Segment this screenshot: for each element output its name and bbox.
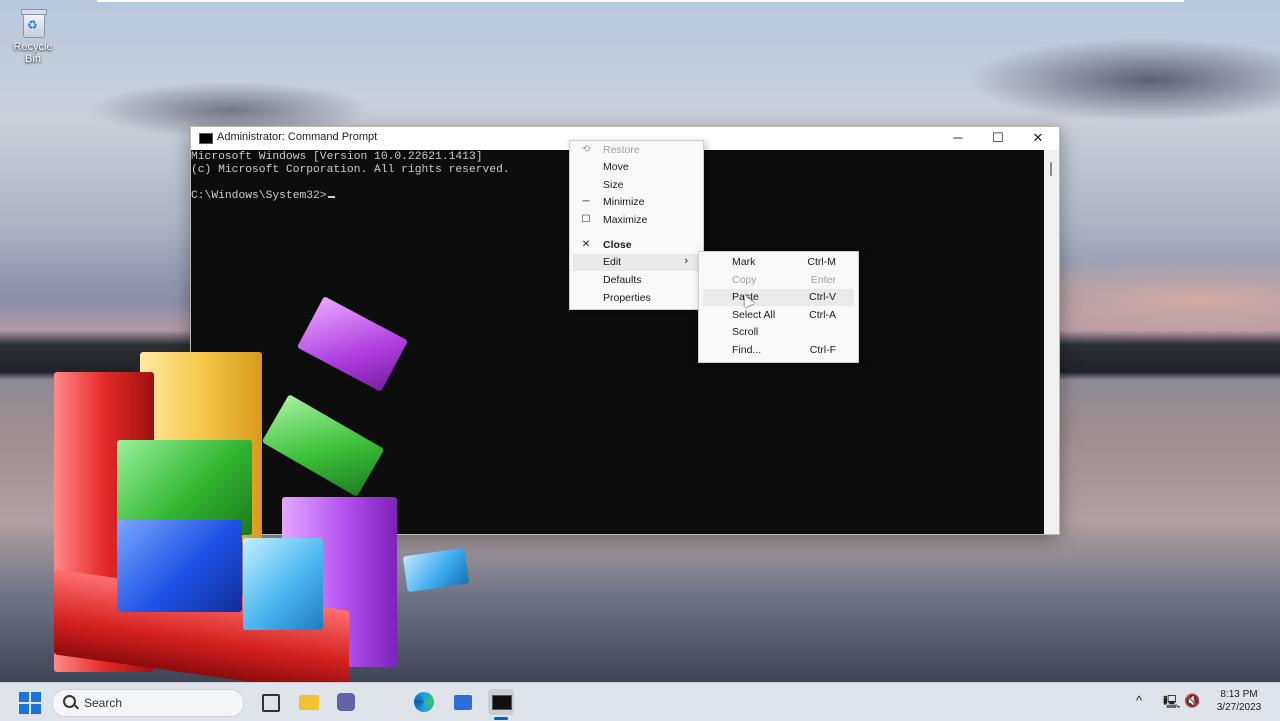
menu-item-label: Close: [603, 239, 632, 251]
terminal-icon[interactable]: [488, 689, 514, 715]
cmd-app-icon[interactable]: [199, 133, 213, 144]
edge-icon[interactable]: [411, 689, 437, 715]
menu-item-label: Copy: [732, 274, 757, 286]
menu-item-label: Properties: [603, 292, 651, 304]
menu-item-shortcut: Enter: [810, 274, 836, 286]
close-button[interactable]: ✕: [1018, 127, 1058, 149]
menu-item-move[interactable]: Move: [570, 159, 703, 176]
close-icon: ✕: [581, 239, 591, 250]
menu-item-shortcut: Ctrl-V: [809, 291, 836, 303]
file-explorer-icon[interactable]: [296, 689, 322, 715]
menu-item-label: Mark: [732, 256, 756, 268]
chevron-right-icon: ›: [684, 255, 688, 267]
menu-item-scroll[interactable]: Scroll: [699, 324, 858, 341]
recycle-bin-label: Recycle Bin: [13, 41, 53, 65]
menu-item-label: Select All: [732, 309, 776, 321]
console-line: Microsoft Windows [Version 10.0.22621.14…: [191, 151, 483, 163]
system-context-menu[interactable]: ⟲ Restore Move Size ─ Minimize ☐ Maximize ✕…: [569, 140, 704, 310]
menu-item-edit[interactable]: Edit ›: [573, 254, 700, 271]
show-hidden-icons-chevron-icon[interactable]: ^: [1136, 693, 1142, 708]
menu-item-label: Maximize: [603, 214, 648, 226]
taskbar-search-box[interactable]: Search: [52, 689, 244, 717]
menu-item-properties[interactable]: Properties: [570, 290, 703, 307]
menu-item-copy[interactable]: Copy Enter: [699, 272, 858, 289]
menu-item-label: Size: [603, 179, 624, 191]
maximize-button[interactable]: ☐: [978, 127, 1018, 149]
edit-submenu[interactable]: Mark Ctrl-M Copy Enter Paste Ctrl-V Select …: [698, 251, 859, 363]
taskbar-clock[interactable]: 8:13 PM 3/27/2023: [1206, 688, 1272, 714]
start-icon[interactable]: [17, 689, 43, 715]
menu-item-mark[interactable]: Mark Ctrl-M: [699, 254, 858, 271]
menu-item-maximize[interactable]: ☐ Maximize: [570, 212, 703, 229]
recycle-bin-shortcut[interactable]: ♻ Recycle Bin: [4, 8, 62, 65]
menu-item-label: Move: [603, 161, 629, 173]
maximize-icon: ☐: [581, 214, 591, 225]
text-cursor: [327, 196, 335, 198]
clock-time: 8:13 PM: [1220, 689, 1258, 700]
console-prompt-line: C:\Windows\System32>: [191, 190, 335, 202]
menu-item-shortcut: Ctrl-F: [809, 344, 836, 356]
menu-item-label: Restore: [603, 144, 640, 156]
menu-item-label: Edit: [603, 256, 622, 268]
store-icon[interactable]: [450, 689, 476, 715]
restore-icon: ⟲: [581, 144, 591, 155]
taskbar: Search ^ 🖳 🔇 8:13 PM 3/27/2023: [0, 682, 1280, 721]
menu-item-close[interactable]: ✕ Close: [570, 237, 703, 254]
clock-date: 3/27/2023: [1216, 702, 1262, 713]
menu-item-label: Scroll: [732, 326, 759, 338]
teams-icon[interactable]: [333, 689, 359, 715]
minimize-button[interactable]: ─: [938, 127, 978, 149]
console-prompt: C:\Windows\System32>: [191, 190, 327, 202]
menu-item-shortcut: Ctrl-A: [809, 309, 836, 321]
recycle-bin-icon: ♻: [20, 8, 47, 38]
menu-item-minimize[interactable]: ─ Minimize: [570, 194, 703, 211]
network-icon[interactable]: 🖳: [1163, 693, 1180, 715]
search-icon: [63, 695, 76, 708]
menu-item-size[interactable]: Size: [570, 177, 703, 194]
widgets-icon[interactable]: [258, 689, 284, 715]
menu-item-defaults[interactable]: Defaults: [570, 272, 703, 289]
menu-item-paste[interactable]: Paste Ctrl-V: [703, 289, 854, 306]
menu-item-label: Defaults: [603, 274, 642, 286]
speaker-muted-icon[interactable]: 🔇: [1184, 693, 1200, 709]
menu-item-shortcut: Ctrl-M: [807, 256, 836, 268]
window-title: Administrator: Command Prompt: [217, 131, 378, 143]
menu-item-restore[interactable]: ⟲ Restore: [570, 142, 703, 159]
minimize-icon: ─: [582, 196, 590, 207]
vertical-scrollbar[interactable]: [1044, 150, 1059, 534]
menu-item-find[interactable]: Find... Ctrl-F: [699, 342, 858, 359]
top-edge-bar: [97, 0, 1184, 2]
menu-item-select-all[interactable]: Select All Ctrl-A: [699, 307, 858, 324]
search-label: Search: [84, 696, 123, 710]
console-line: (c) Microsoft Corporation. All rights re…: [191, 164, 510, 176]
scrollbar-thumb[interactable]: [1050, 162, 1052, 176]
menu-item-label: Find...: [732, 344, 762, 356]
menu-item-label: Minimize: [603, 196, 645, 208]
